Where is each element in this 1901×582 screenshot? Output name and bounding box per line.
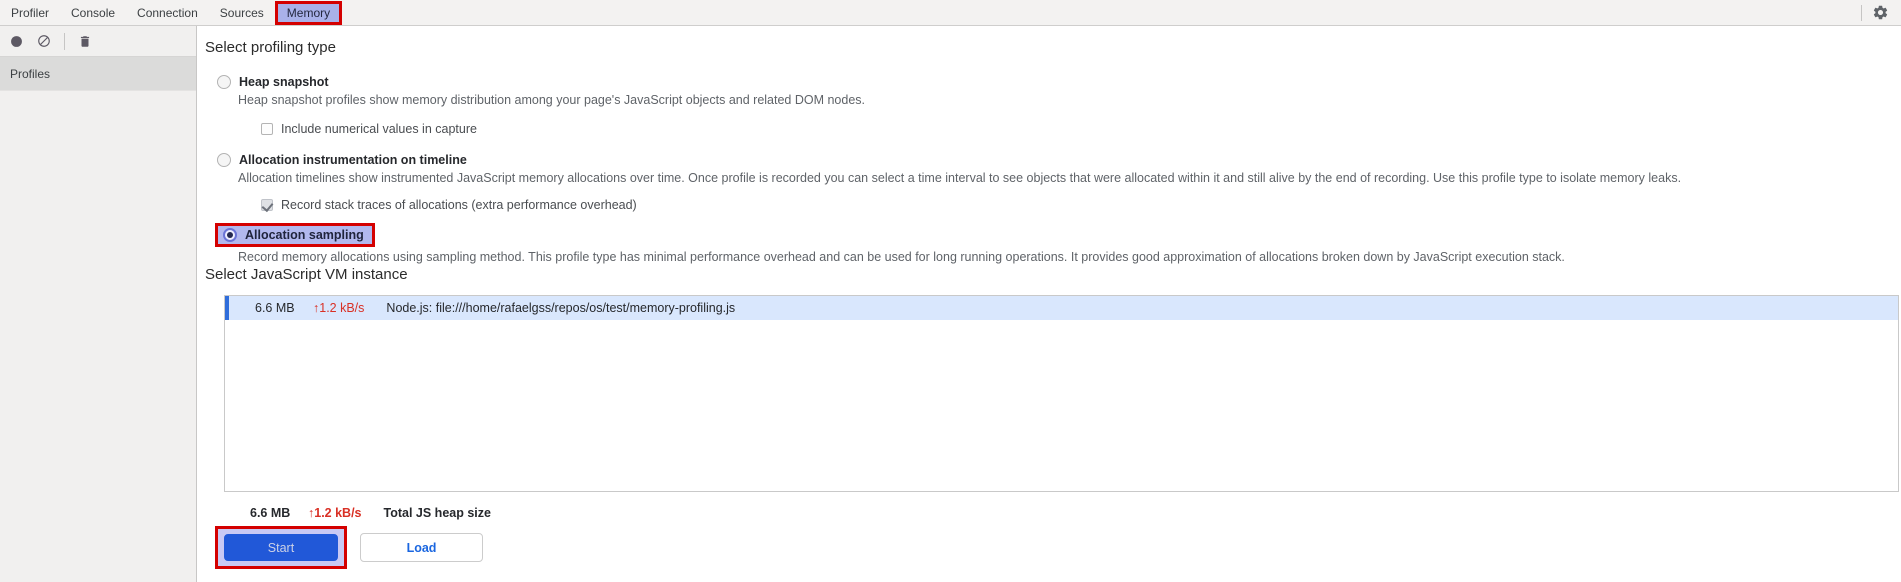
tab-memory[interactable]: Memory	[274, 0, 343, 25]
vm-instance-name: Node.js: file:///home/rafaelgss/repos/os…	[386, 301, 736, 315]
total-allocation-rate: ↑1.2 kB/s	[308, 506, 362, 520]
sidebar: Profiles	[0, 26, 197, 582]
radio-icon[interactable]	[217, 153, 231, 167]
checkbox-include-numerical-values[interactable]: Include numerical values in capture	[261, 122, 1901, 136]
record-icon[interactable]	[10, 35, 23, 48]
checkbox-record-stack-traces[interactable]: Record stack traces of allocations (extr…	[261, 198, 1901, 212]
action-buttons: Start Load	[215, 526, 1901, 569]
gear-icon[interactable]	[1872, 4, 1889, 21]
tab-strip: Profiler Console Connection Sources Memo…	[0, 0, 343, 25]
tab-profiler[interactable]: Profiler	[0, 0, 60, 25]
tabbar-divider	[1861, 4, 1862, 21]
allocation-timeline-description: Allocation timelines show instrumented J…	[238, 171, 1682, 185]
allocation-sampling-description: Record memory allocations using sampling…	[238, 250, 1565, 264]
radio-label[interactable]: Heap snapshot	[239, 75, 329, 89]
vm-instance-row[interactable]: 6.6 MB ↑1.2 kB/s Node.js: file:///home/r…	[225, 296, 1898, 320]
clear-icon[interactable]	[37, 34, 51, 48]
radio-icon[interactable]	[223, 228, 237, 242]
vm-instance-list: 6.6 MB ↑1.2 kB/s Node.js: file:///home/r…	[224, 295, 1899, 492]
tab-console[interactable]: Console	[60, 0, 126, 25]
total-heap-size: 6.6 MB	[250, 506, 291, 520]
tab-connection[interactable]: Connection	[126, 0, 209, 25]
radio-allocation-sampling[interactable]: Allocation sampling	[215, 223, 1901, 247]
tab-sources[interactable]: Sources	[209, 0, 275, 25]
vm-instance-heading: Select JavaScript VM instance	[205, 266, 408, 283]
vm-heap-size: 6.6 MB	[255, 301, 295, 315]
toolbar-divider	[64, 32, 65, 50]
checkbox-label[interactable]: Record stack traces of allocations (extr…	[281, 198, 637, 212]
checkbox-icon[interactable]	[261, 199, 273, 211]
vm-allocation-rate: ↑1.2 kB/s	[313, 301, 365, 315]
load-button[interactable]: Load	[360, 533, 483, 562]
start-button[interactable]: Start	[224, 534, 338, 561]
trash-icon[interactable]	[78, 34, 92, 49]
memory-panel: Select profiling type Heap snapshot Heap…	[197, 26, 1901, 582]
radio-label[interactable]: Allocation instrumentation on timeline	[239, 153, 467, 167]
checkbox-label[interactable]: Include numerical values in capture	[281, 122, 477, 136]
profiles-header[interactable]: Profiles	[0, 57, 196, 91]
annotation-box: Allocation sampling	[215, 223, 375, 247]
radio-allocation-timeline[interactable]: Allocation instrumentation on timeline	[217, 153, 1901, 167]
heap-snapshot-description: Heap snapshot profiles show memory distr…	[238, 93, 866, 107]
vm-total-row: 6.6 MB ↑1.2 kB/s Total JS heap size	[250, 506, 1901, 520]
profiler-toolbar	[0, 26, 196, 57]
annotation-box: Start	[215, 526, 347, 569]
radio-heap-snapshot[interactable]: Heap snapshot	[217, 75, 1901, 89]
profiling-type-heading: Select profiling type	[205, 39, 336, 56]
checkbox-icon[interactable]	[261, 123, 273, 135]
total-label: Total JS heap size	[383, 506, 491, 520]
profiles-list-empty	[0, 91, 196, 582]
devtools-window: Profiler Console Connection Sources Memo…	[0, 0, 1901, 582]
radio-label[interactable]: Allocation sampling	[245, 228, 364, 242]
radio-icon[interactable]	[217, 75, 231, 89]
tab-bar: Profiler Console Connection Sources Memo…	[0, 0, 1901, 26]
tabbar-right	[1861, 4, 1901, 21]
